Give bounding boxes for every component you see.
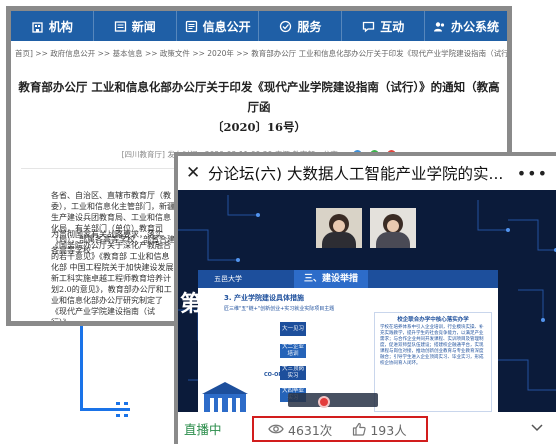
view-count: 4631次 <box>268 420 332 439</box>
live-header: ✕ 分论坛(六) 大数据人工智能产业学院的实... ••• <box>178 156 556 190</box>
slide-box: 大三顶岗实习 <box>280 366 306 380</box>
video-player[interactable]: 五邑大学 三、建设举措 3. 产业学院建设具体措施 匠三维"五"链+"创新创业+… <box>178 190 556 412</box>
nav-item-office-system[interactable]: 办公系统 <box>425 11 507 41</box>
connector-line <box>80 326 83 411</box>
coop-label: CO-OP <box>264 372 283 378</box>
slide-logo: 五邑大学 <box>214 275 242 283</box>
nav-item-label: 互动 <box>380 19 405 34</box>
campus-building-icon <box>202 382 248 412</box>
eye-icon <box>268 424 284 434</box>
participant-video <box>370 208 416 248</box>
service-icon <box>279 20 292 33</box>
page-title-line2: 〔2020〕16号） <box>211 120 306 134</box>
meeting-controls[interactable] <box>288 393 378 407</box>
background-slide-text: 第 <box>180 292 203 317</box>
view-count-value: 4631次 <box>288 422 333 438</box>
slide-subtitle: 3. 产业学院建设具体措施 <box>224 294 304 302</box>
stats-highlight-box: 4631次 193人 <box>252 416 428 442</box>
nav-item-institutions[interactable]: 机构 <box>11 11 94 41</box>
like-count[interactable]: 193人 <box>352 420 407 439</box>
close-icon[interactable]: ✕ <box>186 163 208 183</box>
nav-item-label: 办公系统 <box>451 19 500 34</box>
live-title: 分论坛(六) 大数据人工智能产业学院的实... <box>208 165 504 183</box>
slide-panel-title: 校企联合办学中核心落实办学 <box>397 317 469 323</box>
slide-panel-text: 学校在培养体系中引入企业培训，行业模块实操、补充实践教学，提升学生的社会竞争能力… <box>380 325 484 366</box>
meeting-toolbar <box>216 196 516 204</box>
page-title-line1: 教育部办公厅 工业和信息化部办公厅关于印发《现代产业学院建设指南（试行）》的通知… <box>18 80 500 114</box>
nav-item-info-public[interactable]: 信息公开 <box>177 11 260 41</box>
slide-sub-detail: 匠三维"五"链+"创新创业+实习就业实际项目主题 <box>224 306 335 312</box>
page-title: 教育部办公厅 工业和信息化部办公厅关于印发《现代产业学院建设指南（试行）》的通知… <box>11 59 507 137</box>
participant-face <box>387 220 399 232</box>
chat-icon <box>362 20 375 33</box>
slide-section-title: 三、建设举措 <box>294 270 369 288</box>
slide-box: 大二企业培训 <box>280 344 306 358</box>
live-stream-window: ✕ 分论坛(六) 大数据人工智能产业学院的实... ••• 五邑大学 三、建设举… <box>174 152 556 444</box>
slide-header: 五邑大学 三、建设举措 <box>198 270 498 288</box>
nav-item-label: 新闻 <box>131 19 156 34</box>
slide-text-panel: 校企联合办学中核心落实办学 学校在培养体系中引入企业培训，行业模块实操、补充实践… <box>374 312 492 412</box>
thumbs-up-icon <box>353 422 366 436</box>
nav-item-interaction[interactable]: 互动 <box>342 11 426 41</box>
office-icon <box>433 20 446 33</box>
nav-item-label: 信息公开 <box>202 19 251 34</box>
stats-bar: 直播中 4631次 193人 <box>178 412 556 444</box>
building-icon <box>31 20 44 33</box>
slide-box: 大一见习 <box>280 322 306 336</box>
info-icon <box>185 20 198 33</box>
live-status-badge: 直播中 <box>184 421 222 437</box>
nav-item-label: 服务 <box>297 19 322 34</box>
nav-item-service[interactable]: 服务 <box>259 11 343 41</box>
news-icon <box>114 20 127 33</box>
breadcrumb: 首页] >> 政府信息公开 >> 基本信息 >> 政策文件 >> 2020年 >… <box>15 49 507 58</box>
body-paragraph-2: 为贯彻国家有关战略要求，落实《国务院办公厅关于深化产教融合的若干意见》《教育部 … <box>51 230 174 326</box>
nav-item-label: 机构 <box>48 19 73 34</box>
canvas: 机构 新闻 信息公开 服务 互动 办公系统 首页] >> 政府信息公开 >> 基… <box>0 0 556 444</box>
participant-face <box>333 220 345 232</box>
chevron-down-icon[interactable] <box>530 420 544 434</box>
participant-body <box>376 232 410 248</box>
presentation-slide: 五邑大学 三、建设举措 3. 产业学院建设具体措施 匠三维"五"链+"创新创业+… <box>198 270 498 412</box>
record-icon[interactable] <box>318 396 330 408</box>
more-icon[interactable]: ••• <box>511 164 548 183</box>
top-nav-bar: 机构 新闻 信息公开 服务 互动 办公系统 <box>11 11 507 41</box>
connector-handle <box>116 402 130 418</box>
like-count-value: 193人 <box>370 422 407 438</box>
participant-video <box>316 208 362 248</box>
nav-item-news[interactable]: 新闻 <box>94 11 177 41</box>
participant-body <box>322 232 356 248</box>
